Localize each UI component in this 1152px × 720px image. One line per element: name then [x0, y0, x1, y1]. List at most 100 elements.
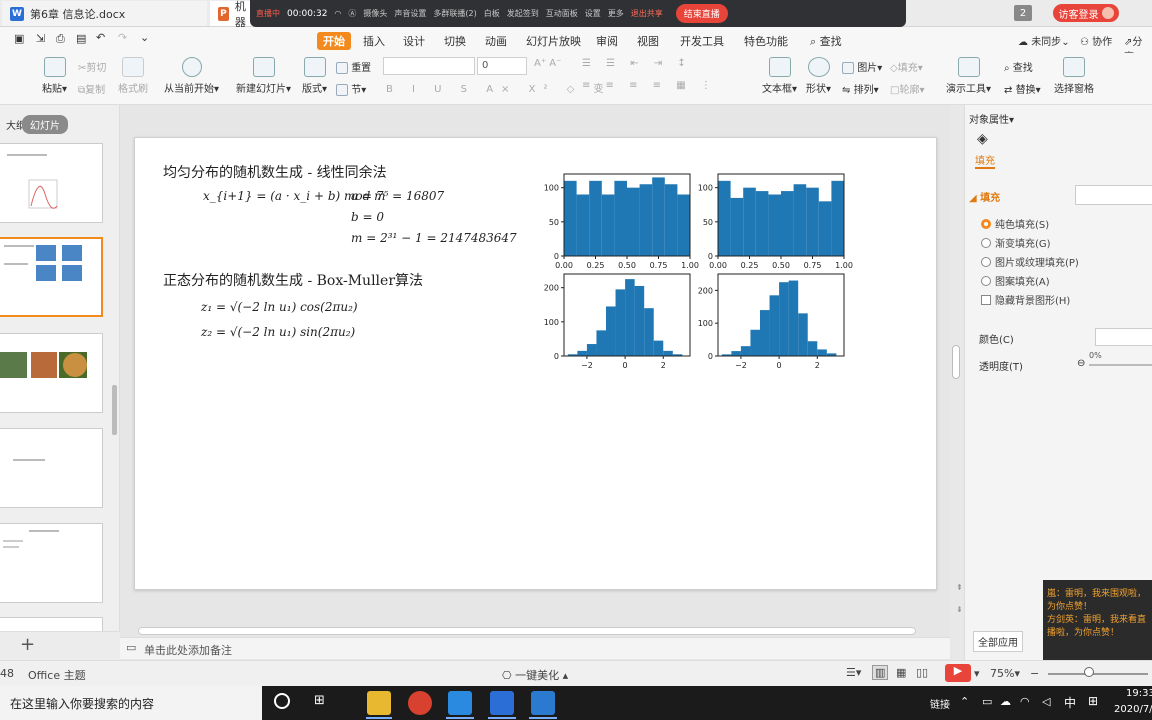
play-options-icon[interactable]: ▾: [974, 667, 980, 680]
section-button[interactable]: 节▾: [336, 81, 366, 96]
customize-icon[interactable]: ⌄: [140, 31, 149, 44]
zoom-level[interactable]: 75%▾: [990, 667, 1020, 680]
list-buttons[interactable]: ☰ ☰ ⇤ ⇥ ↕: [582, 58, 692, 69]
taskbar-search[interactable]: 在这里输入你要搜索的内容: [0, 686, 262, 720]
tab-animation[interactable]: 动画: [479, 32, 513, 50]
end-live-button[interactable]: 结束直播: [675, 4, 728, 23]
slide-thumbnail[interactable]: [0, 333, 103, 413]
sound-settings-button[interactable]: 声音设置: [394, 8, 426, 19]
picture-fill-option[interactable]: 图片或纹理填充(P): [981, 254, 1079, 269]
tab-home[interactable]: 开始: [317, 32, 351, 50]
slide-title-box-muller[interactable]: 正态分布的随机数生成 - Box-Muller算法: [163, 270, 423, 290]
cortana-icon[interactable]: [274, 693, 290, 709]
stop-share-button[interactable]: 退出共享: [631, 8, 663, 19]
pattern-fill-option[interactable]: 图案填充(A): [981, 273, 1050, 288]
document-tab[interactable]: W 第6章 信息论.docx: [2, 1, 207, 26]
task-view-icon[interactable]: ⊞: [314, 693, 325, 708]
redo-icon[interactable]: ↷: [118, 31, 127, 44]
tab-slides[interactable]: 幻灯片: [22, 115, 68, 134]
reset-button[interactable]: 重置: [336, 59, 371, 74]
notes-toggle-icon[interactable]: ☰▾: [846, 666, 861, 679]
arrange-button[interactable]: ⇋ 排列▾: [842, 81, 879, 96]
presentation-tools-button[interactable]: 演示工具▾: [946, 57, 991, 95]
ime-indicator[interactable]: 中: [1064, 694, 1076, 711]
font-family-select[interactable]: [383, 57, 475, 75]
solid-fill-option[interactable]: 纯色填充(S): [981, 216, 1049, 231]
wifi-tray-icon[interactable]: ◠: [1020, 695, 1030, 708]
shape-button[interactable]: 形状▾: [806, 57, 831, 95]
play-slideshow-button[interactable]: ▶: [945, 664, 971, 682]
gradient-fill-option[interactable]: 渐变填充(G): [981, 235, 1051, 250]
dingtalk-icon[interactable]: [448, 691, 472, 715]
align-buttons[interactable]: ≡ ≡ ≡ ≡ ▦ ⋮: [582, 80, 717, 91]
replace-button[interactable]: ⇄ 替换▾: [1004, 81, 1041, 96]
meeting-app-icon[interactable]: [531, 691, 555, 715]
sign-in-button[interactable]: 发起签到: [507, 8, 539, 19]
font-size-select[interactable]: 0: [477, 57, 527, 75]
prev-slide-icon[interactable]: ⇞: [956, 583, 963, 592]
network-icon[interactable]: ▭: [982, 695, 992, 708]
panel-title[interactable]: 对象属性▾: [969, 111, 1014, 126]
slide-thumbnail[interactable]: [0, 143, 103, 223]
settings-button[interactable]: 设置: [585, 8, 601, 19]
undo-icon[interactable]: ↶: [96, 31, 105, 44]
slide-thumbnail[interactable]: [0, 428, 103, 508]
tab-slideshow[interactable]: 幻灯片放映: [520, 32, 587, 50]
picture-button[interactable]: 图片▾: [842, 59, 882, 74]
ime-mode-icon[interactable]: ⊞: [1088, 694, 1098, 708]
play-from-current-button[interactable]: 从当前开始▾: [164, 57, 219, 95]
tab-fill[interactable]: 填充: [975, 152, 995, 169]
zoom-slider-handle[interactable]: [1084, 667, 1094, 677]
export-icon[interactable]: ⇲: [36, 32, 45, 45]
camera-button[interactable]: 摄像头: [363, 8, 387, 19]
new-slide-button[interactable]: 新建幻灯片▾: [236, 57, 291, 95]
font-style-buttons[interactable]: B I U S A× X² ◇ 变: [386, 80, 612, 95]
interact-panel-button[interactable]: 互动面板: [546, 8, 578, 19]
wps-icon[interactable]: [490, 691, 514, 715]
format-painter-button[interactable]: 格式刷: [118, 57, 148, 95]
copy-button[interactable]: ⧉复制: [78, 81, 105, 96]
tray-arrow-icon[interactable]: ⌃: [960, 695, 969, 708]
color-picker[interactable]: [1095, 328, 1152, 346]
thumbnail-scrollbar[interactable]: [112, 385, 117, 435]
whiteboard-button[interactable]: 白板: [484, 8, 500, 19]
link-tray-label[interactable]: 链接: [930, 696, 950, 711]
transparency-decrease[interactable]: ⊖: [1077, 358, 1085, 369]
slide-thumbnail[interactable]: [0, 523, 103, 603]
theme-name[interactable]: Office 主题: [28, 667, 86, 683]
tab-view[interactable]: 视图: [631, 32, 665, 50]
editor-scrollbar[interactable]: [952, 345, 960, 379]
fill-button[interactable]: ◇填充▾: [890, 59, 923, 74]
find-toolbar-button[interactable]: ⌕ 查找: [1004, 59, 1033, 74]
sync-status[interactable]: ☁ 未同步⌄: [1018, 33, 1070, 48]
normal-view-icon[interactable]: ▥: [872, 665, 889, 680]
preview-icon[interactable]: ▤: [76, 32, 86, 45]
tab-transition[interactable]: 切换: [438, 32, 472, 50]
cloud-icon[interactable]: ☁: [1000, 695, 1011, 708]
fill-preview-box[interactable]: [1075, 185, 1152, 205]
paste-button[interactable]: 粘贴▾: [42, 57, 67, 95]
tab-insert[interactable]: 插入: [357, 32, 391, 50]
slide-canvas[interactable]: 均匀分布的随机数生成 - 线性同余法 x_{i+1} = (a · x_i + …: [134, 137, 937, 590]
file-explorer-icon[interactable]: [367, 691, 391, 715]
microphone-icon[interactable]: Ⓐ: [348, 8, 356, 19]
tab-review[interactable]: 审阅: [590, 32, 624, 50]
slide-title-lcg[interactable]: 均匀分布的随机数生成 - 线性同余法: [163, 162, 387, 182]
fill-bucket-icon[interactable]: ◈: [977, 131, 988, 147]
add-slide-icon[interactable]: +: [20, 634, 35, 655]
outline-button[interactable]: □轮廓▾: [890, 81, 924, 96]
tab-features[interactable]: 特色功能: [738, 32, 794, 50]
next-slide-icon[interactable]: ⇟: [956, 605, 963, 614]
zoom-slider[interactable]: [1048, 673, 1148, 675]
window-count-badge[interactable]: 2: [1014, 5, 1032, 21]
cut-button[interactable]: ✂剪切: [78, 59, 106, 74]
hide-background-checkbox[interactable]: 隐藏背景图形(H): [981, 292, 1070, 307]
font-grow-button[interactable]: A⁺ A⁻: [534, 58, 561, 69]
selection-pane-button[interactable]: 选择窗格: [1054, 57, 1094, 95]
reading-view-icon[interactable]: ▯▯: [916, 666, 928, 679]
tab-developer[interactable]: 开发工具: [674, 32, 730, 50]
transparency-slider[interactable]: [1089, 364, 1152, 366]
visitor-login-button[interactable]: 访客登录: [1053, 4, 1119, 22]
zoom-out-icon[interactable]: −: [1030, 667, 1039, 680]
fill-section[interactable]: ◢ 填充: [969, 189, 1000, 204]
